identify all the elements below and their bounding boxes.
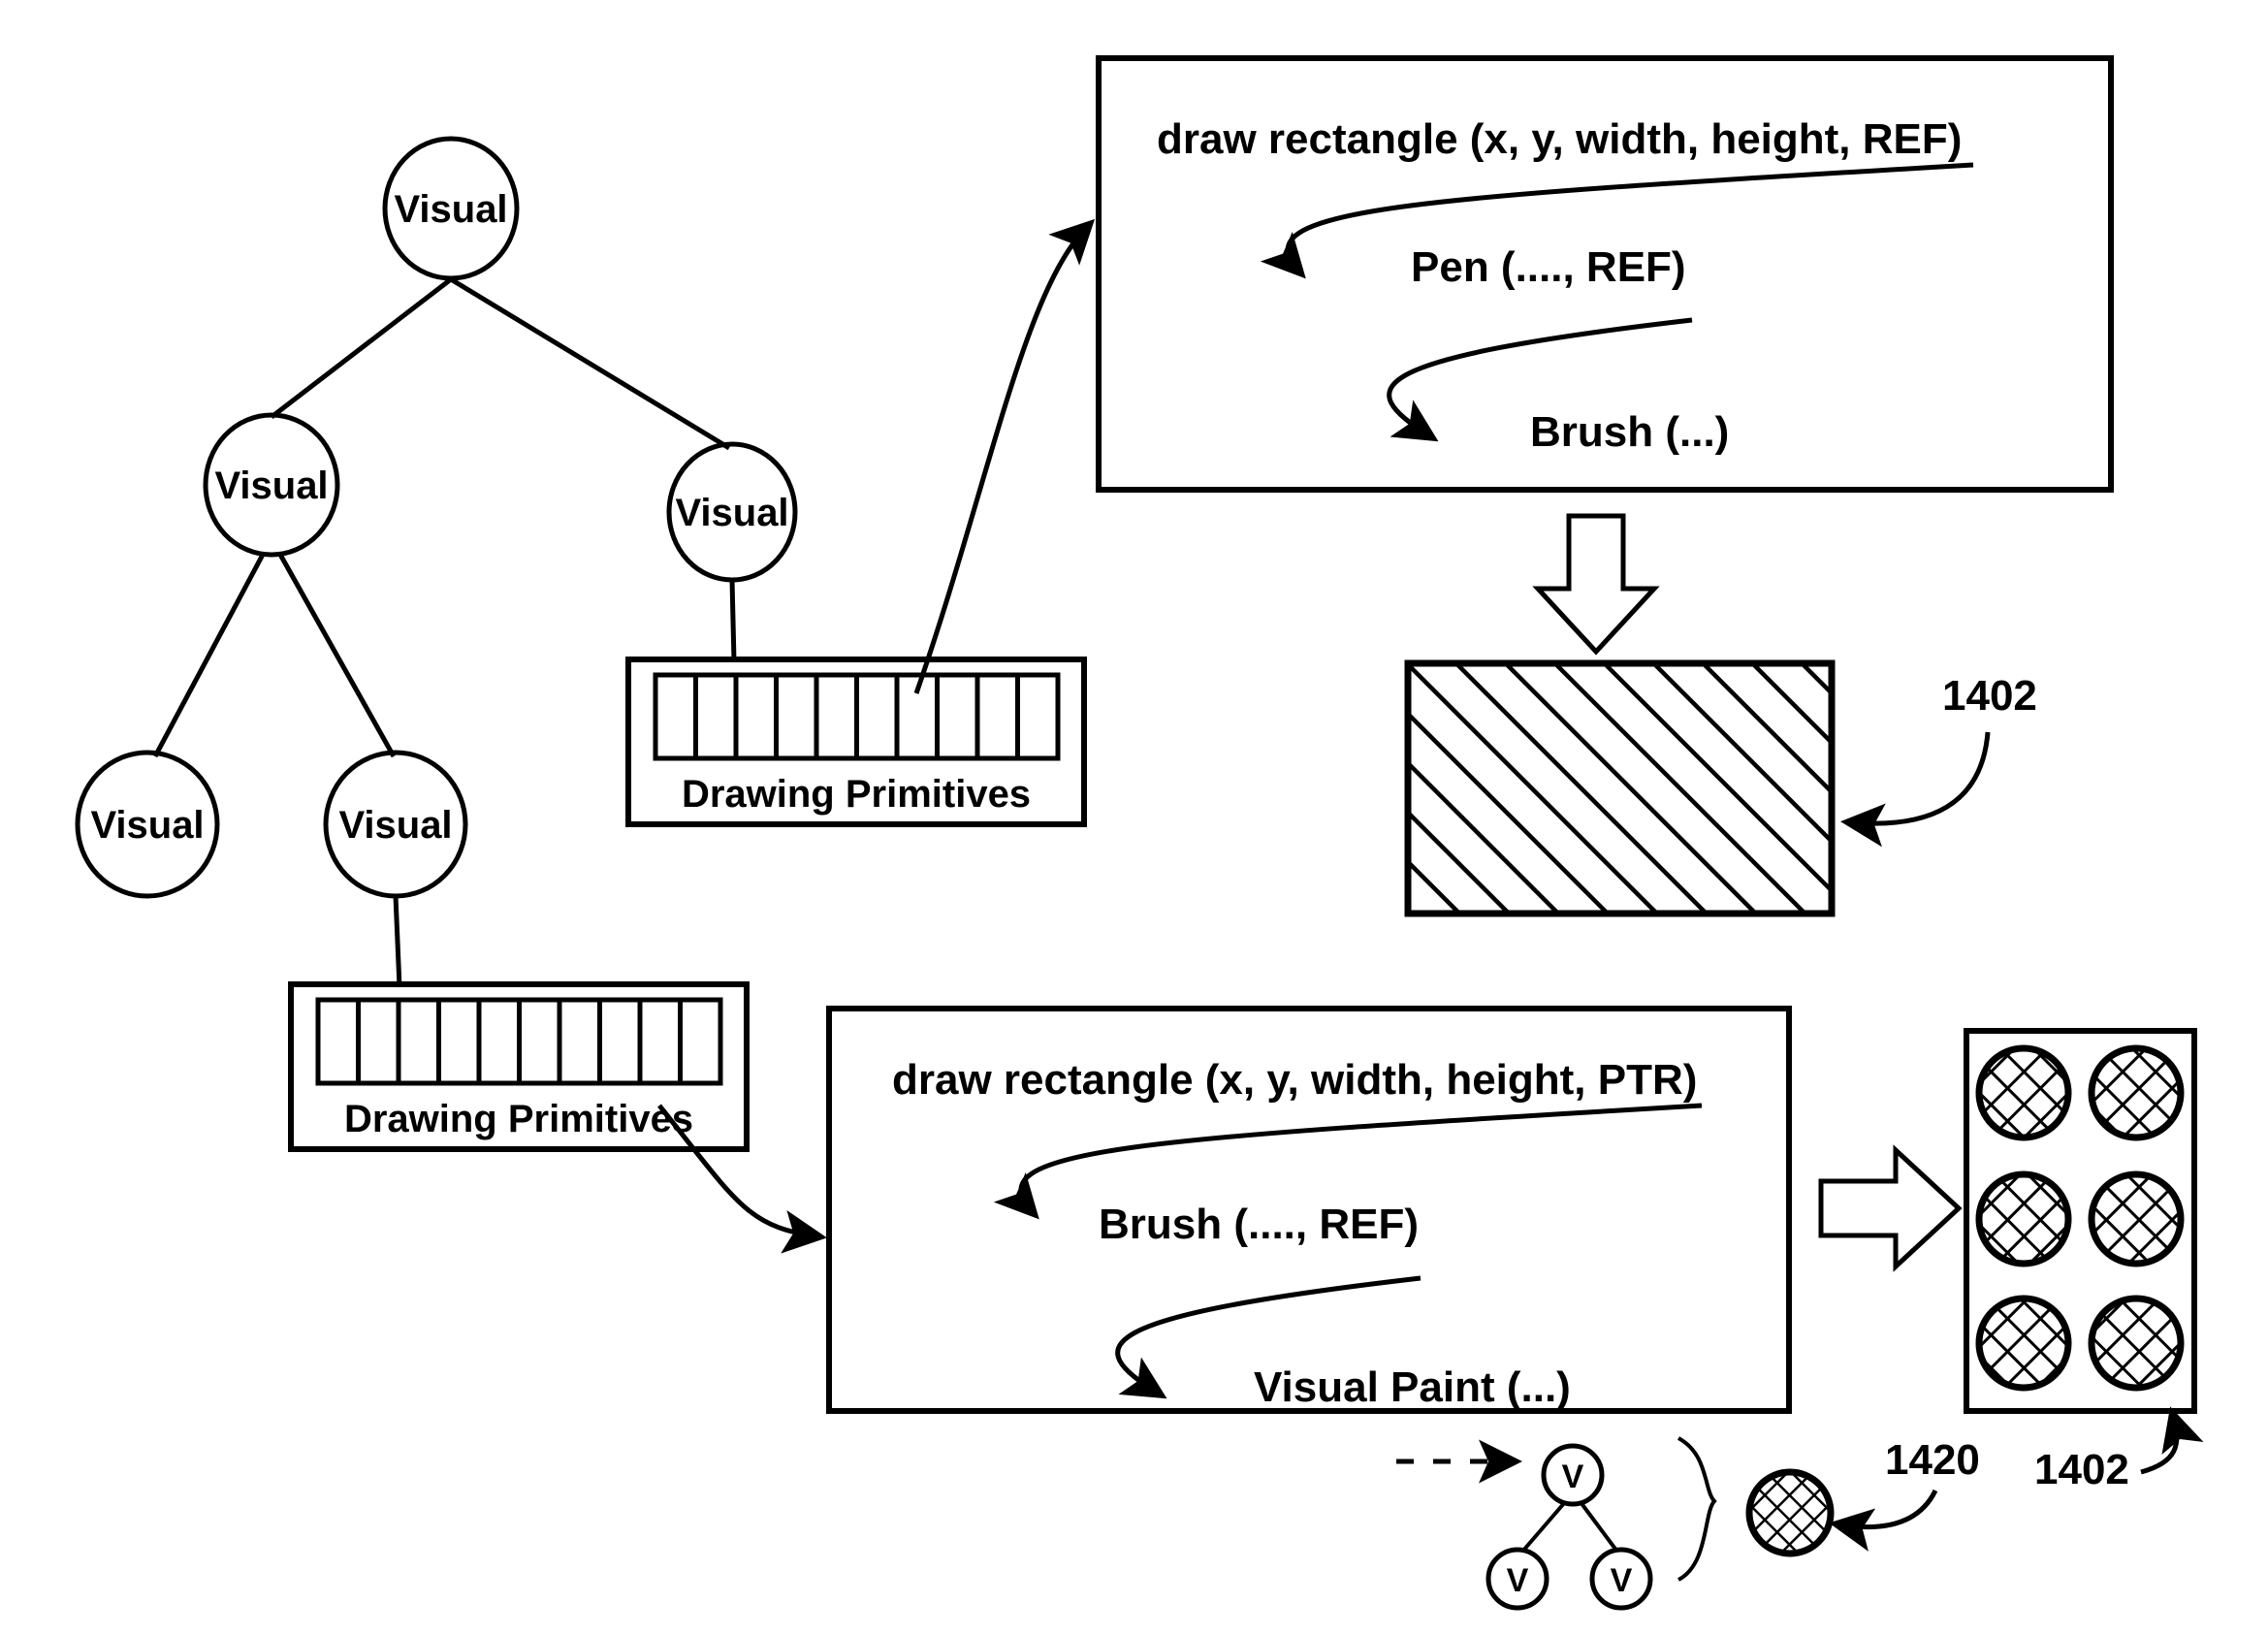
drawing-primitives-lower[interactable]: Drawing Primitives bbox=[288, 981, 750, 1152]
figure-canvas: Visual Visual Visual Visual Visual Drawi… bbox=[75, 55, 2204, 1611]
tree-edge-childA-leafB bbox=[276, 551, 397, 758]
visual-node-label: Visual bbox=[394, 188, 507, 231]
rendered-rectangle-1402[interactable]: 1402 bbox=[1404, 659, 2037, 917]
rendered-rectangle bbox=[1404, 659, 1836, 917]
tree-edge-childB-primitives bbox=[729, 579, 737, 662]
grid-circle bbox=[2088, 1044, 2185, 1141]
sub-tree-edge-left bbox=[1520, 1500, 1567, 1554]
visual-node-label: Visual bbox=[338, 804, 452, 847]
grid-reference-numeral: 1402 bbox=[2034, 1446, 2129, 1493]
tree-edge-root-childB bbox=[449, 276, 731, 451]
sub-visual-node-left: V bbox=[1485, 1547, 1549, 1611]
grid-circle bbox=[1975, 1170, 2072, 1267]
grid-circle bbox=[1975, 1044, 2072, 1141]
sub-visual-node-right: V bbox=[1589, 1547, 1653, 1611]
drawing-primitives-cells bbox=[653, 672, 1061, 761]
upper-call-line-3: Brush (...) bbox=[1530, 408, 1729, 456]
rect-leader-line bbox=[1840, 731, 1991, 848]
upper-call-line-1: draw rectangle (x, y, width, height, REF… bbox=[1157, 115, 1962, 163]
upper-call-line-2: Pen (...., REF) bbox=[1411, 243, 1686, 291]
arrow-primitives-to-upper-box bbox=[913, 218, 1096, 694]
sub-visual-tree[interactable]: V V V bbox=[1396, 1436, 1717, 1611]
sub-visual-node-label: V bbox=[1562, 1459, 1584, 1495]
drawing-primitives-upper[interactable]: Drawing Primitives bbox=[625, 657, 1087, 827]
swatch-reference-numeral: 1420 bbox=[1885, 1436, 1980, 1484]
block-arrow-right bbox=[1818, 1144, 1963, 1272]
grid-circle bbox=[2088, 1295, 2185, 1392]
tree-edge-leafB-primitives bbox=[393, 895, 402, 988]
tree-edge-root-childA bbox=[270, 277, 453, 419]
upper-call-box[interactable]: draw rectangle (x, y, width, height, REF… bbox=[1096, 55, 2114, 493]
grid-leader-line bbox=[2140, 1406, 2204, 1475]
visual-node-label: Visual bbox=[214, 465, 328, 507]
drawing-primitives-label: Drawing Primitives bbox=[344, 1098, 693, 1140]
lower-call-box[interactable]: draw rectangle (x, y, width, height, PTR… bbox=[826, 1006, 1792, 1414]
rendered-circle-grid-1402[interactable]: 1402 bbox=[1964, 1028, 2204, 1493]
visual-node-root[interactable]: Visual bbox=[382, 136, 520, 281]
drawing-primitives-cells bbox=[315, 997, 723, 1086]
grid-circle bbox=[1975, 1295, 2072, 1392]
swatch-circle bbox=[1745, 1468, 1835, 1557]
swatch-leader-line bbox=[1829, 1489, 1938, 1552]
sub-visual-node-label: V bbox=[1507, 1562, 1529, 1599]
visual-tree-edges bbox=[152, 276, 737, 988]
sub-visual-node-root: V bbox=[1541, 1443, 1605, 1507]
visual-node-child-b[interactable]: Visual bbox=[666, 441, 798, 583]
lower-box-arrow-to-brush bbox=[993, 1103, 1703, 1220]
rect-reference-numeral: 1402 bbox=[1942, 672, 2037, 720]
tree-edge-childA-leafA bbox=[152, 551, 267, 758]
visual-node-leaf-a[interactable]: Visual bbox=[75, 750, 220, 899]
visual-node-label: Visual bbox=[675, 492, 788, 534]
visual-node-leaf-b[interactable]: Visual bbox=[323, 750, 468, 899]
patent-figure: Visual Visual Visual Visual Visual Drawi… bbox=[0, 0, 2268, 1635]
sub-tree-edge-right bbox=[1579, 1500, 1619, 1554]
lower-call-line-3: Visual Paint (...) bbox=[1254, 1363, 1571, 1411]
visual-node-child-a[interactable]: Visual bbox=[203, 412, 340, 558]
drawing-primitives-label: Drawing Primitives bbox=[682, 773, 1031, 816]
sub-visual-node-label: V bbox=[1611, 1562, 1633, 1599]
block-arrow-down bbox=[1532, 513, 1660, 656]
grid-circle bbox=[2088, 1170, 2185, 1267]
lower-call-line-1: draw rectangle (x, y, width, height, PTR… bbox=[892, 1056, 1697, 1104]
visual-node-label: Visual bbox=[90, 804, 204, 847]
lower-call-line-2: Brush (...., REF) bbox=[1099, 1201, 1419, 1248]
swatch-1420[interactable]: 1420 bbox=[1745, 1436, 1980, 1557]
curly-brace bbox=[1677, 1436, 1717, 1582]
